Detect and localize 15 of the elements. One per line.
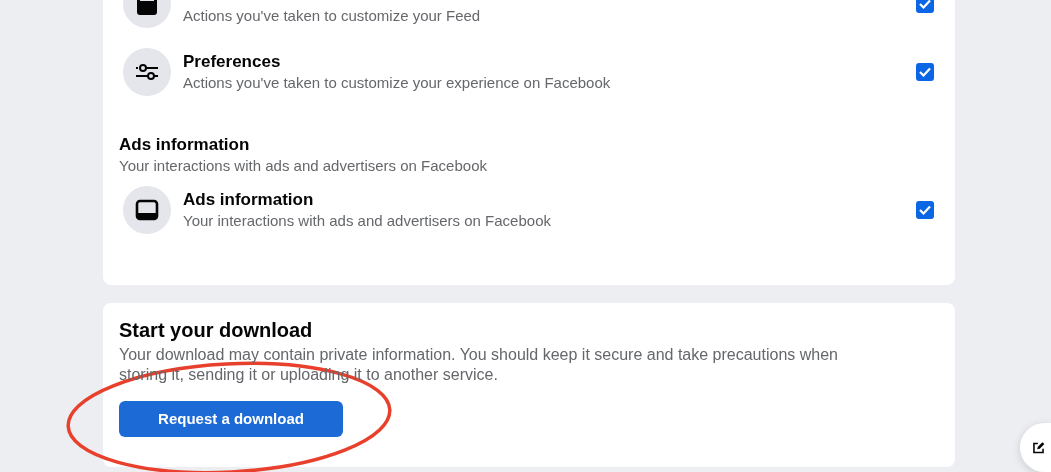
section-description: Your interactions with ads and advertisers on Facebook	[119, 156, 488, 176]
item-description: Your interactions with ads and advertisers on Facebook	[183, 211, 551, 231]
checkbox[interactable]	[916, 0, 934, 13]
checkbox[interactable]	[916, 63, 934, 81]
checkbox[interactable]	[916, 201, 934, 219]
sliders-icon	[135, 62, 159, 82]
tablet-icon	[135, 199, 159, 221]
edit-button[interactable]	[1020, 423, 1051, 472]
item-title: Preferences	[183, 51, 282, 73]
item-description: Actions you've taken to customize your experience on Facebook	[183, 73, 611, 93]
download-title: Start your download	[119, 318, 314, 343]
request-download-button[interactable]: Request a download	[119, 401, 343, 437]
item-title: Ads information	[183, 189, 315, 211]
section-heading: Ads information	[119, 134, 251, 156]
item-description: Actions you've taken to customize your Feed	[183, 6, 481, 26]
